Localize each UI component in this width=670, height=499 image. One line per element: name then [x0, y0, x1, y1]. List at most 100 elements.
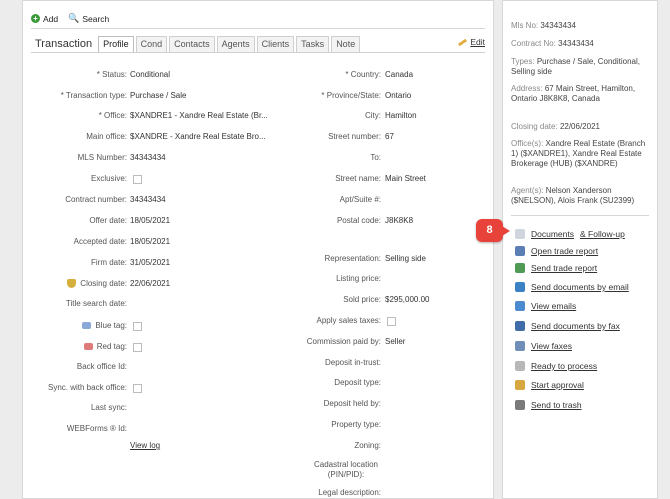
- field-label-text: Listing price:: [336, 274, 381, 283]
- checkbox-red-tag[interactable]: [133, 343, 142, 352]
- field-label-text: Postal code:: [336, 216, 381, 225]
- view-email-icon: [515, 301, 525, 311]
- agents-label: Agent(s):: [511, 186, 544, 195]
- action-label: Start approval: [531, 380, 584, 390]
- field-label-text: * Transaction type:: [60, 91, 127, 100]
- field-label-text: Deposit in-trust:: [324, 358, 381, 367]
- field-label-deposit-in-trust: Deposit in-trust:: [263, 358, 381, 368]
- contract-number: Contract No: 34343434: [511, 39, 649, 49]
- field-label-closing-date: Closing date:: [23, 279, 127, 289]
- field-value-representation: Selling side: [385, 254, 426, 263]
- field-value-province-state: Ontario: [385, 91, 412, 100]
- field-label-last-sync: Last sync:: [23, 403, 127, 413]
- action-view-faxes[interactable]: View faxes: [515, 341, 572, 351]
- field-label-text: Accepted date:: [73, 237, 127, 246]
- red-tag-icon: [83, 343, 93, 351]
- field-label-text: MLS Number:: [77, 153, 127, 162]
- page-title: Transaction: [35, 38, 93, 50]
- offices-label: Office(s):: [511, 139, 544, 148]
- alarm-bell-icon[interactable]: [67, 279, 77, 289]
- field-label-text: * Province/State:: [321, 91, 381, 100]
- action-label: View emails: [531, 301, 577, 311]
- view-log-link[interactable]: View log: [130, 441, 160, 450]
- field-label-listing-price: Listing price:: [263, 274, 381, 284]
- field-label-contract-number: Contract number:: [23, 195, 127, 205]
- field-label-text: Sold price:: [343, 295, 381, 304]
- field-label-postal-code: Postal code:: [263, 216, 381, 226]
- checkbox-blue-tag[interactable]: [133, 322, 142, 331]
- field-value-contract-number: 34343434: [130, 195, 166, 204]
- document-icon: [515, 229, 525, 239]
- checkbox-apply-sales-taxes[interactable]: [387, 317, 396, 326]
- field-label-text: Red tag:: [96, 342, 127, 351]
- tab-note[interactable]: Note: [331, 36, 361, 52]
- edit-link[interactable]: Edit: [458, 37, 485, 47]
- action-start-approval[interactable]: Start approval: [515, 380, 584, 390]
- transaction-panel: + Add 🔍 Search Transaction Profile Cond …: [22, 0, 494, 499]
- tab-clients[interactable]: Clients: [256, 36, 295, 52]
- tab-tasks[interactable]: Tasks: [296, 36, 330, 52]
- search-button[interactable]: 🔍 Search: [68, 13, 109, 24]
- field-label-text: Firm date:: [90, 258, 127, 267]
- field-label-mls-number: MLS Number:: [23, 153, 127, 163]
- field-value-closing-date: 22/06/2021: [130, 279, 171, 288]
- add-button[interactable]: + Add: [31, 13, 58, 24]
- action-send-trade-report[interactable]: Send trade report: [515, 263, 597, 273]
- field-label-text: * Status:: [96, 70, 127, 79]
- action-label: Send documents by email: [531, 282, 629, 292]
- field-value-sold-price: $295,000.00: [385, 295, 430, 304]
- field-label-office: * Office:: [23, 111, 127, 121]
- field-label-street-name: Street name:: [263, 174, 381, 184]
- trash-icon: [515, 400, 525, 410]
- action-label: Open trade report: [531, 246, 599, 256]
- action-documents[interactable]: Documents & Follow-up: [515, 229, 625, 239]
- action-send-to-trash[interactable]: Send to trash: [515, 400, 582, 410]
- mls-value: 34343434: [540, 21, 576, 30]
- offices-info: Office(s): Xandre Real Estate (Branch 1)…: [511, 139, 649, 169]
- contract-value: 34343434: [558, 39, 594, 48]
- field-label-commission-paid-by: Commission paid by:: [263, 337, 381, 347]
- address-info: Address: 67 Main Street, Hamilton, Ontar…: [511, 84, 649, 104]
- field-label-text: Blue tag:: [95, 321, 127, 330]
- action-send-documents-by-email[interactable]: Send documents by email: [515, 282, 629, 292]
- checkbox-exclusive[interactable]: [133, 175, 142, 184]
- toolbar: + Add 🔍 Search: [31, 13, 109, 24]
- field-label-exclusive: Exclusive:: [23, 174, 127, 184]
- field-label-text: Street number:: [328, 132, 381, 141]
- process-icon: [515, 361, 525, 371]
- field-value-mls-number: 34343434: [130, 153, 166, 162]
- action-label: Documents: [531, 229, 574, 239]
- action-open-trade-report[interactable]: Open trade report: [515, 246, 598, 256]
- tab-cond[interactable]: Cond: [135, 36, 168, 52]
- mls-number: Mls No: 34343434: [511, 21, 649, 31]
- field-label-country: * Country:: [263, 70, 381, 80]
- field-label-main-office: Main office:: [23, 132, 127, 142]
- field-value-city: Hamilton: [385, 111, 417, 120]
- tab-agents[interactable]: Agents: [216, 36, 255, 52]
- field-value-transaction-type: Purchase / Sale: [130, 91, 187, 100]
- tab-contacts[interactable]: Contacts: [169, 36, 215, 52]
- email-icon: [515, 282, 525, 292]
- types-info: Types: Purchase / Sale, Conditional, Sel…: [511, 57, 649, 77]
- tab-bar: Transaction Profile Cond Contacts Agents…: [35, 36, 362, 52]
- search-label: Search: [82, 13, 110, 24]
- field-label-sold-price: Sold price:: [263, 295, 381, 305]
- field-value-street-name: Main Street: [385, 174, 426, 183]
- action-label: Send to trash: [531, 400, 582, 410]
- action-ready-to-process[interactable]: Ready to process: [515, 361, 597, 371]
- checkbox-sync-with-back-office[interactable]: [133, 384, 142, 393]
- field-value-country: Canada: [385, 70, 414, 79]
- field-label-text: Property type:: [331, 420, 381, 429]
- field-label-text: Last sync:: [90, 403, 127, 412]
- view-fax-icon: [515, 341, 525, 351]
- field-value-postal-code: J8K8K8: [385, 216, 414, 225]
- field-label-street-number: Street number:: [263, 132, 381, 142]
- field-label-text: Representation:: [324, 254, 381, 263]
- field-value-commission-paid-by: Seller: [385, 337, 406, 346]
- tab-profile[interactable]: Profile: [98, 36, 134, 52]
- action-send-documents-by-fax[interactable]: Send documents by fax: [515, 321, 620, 331]
- tab-underline: [31, 52, 485, 53]
- field-label-text: Sync. with back office:: [48, 383, 127, 392]
- action-view-emails[interactable]: View emails: [515, 301, 576, 311]
- action-label: Send trade report: [531, 263, 598, 273]
